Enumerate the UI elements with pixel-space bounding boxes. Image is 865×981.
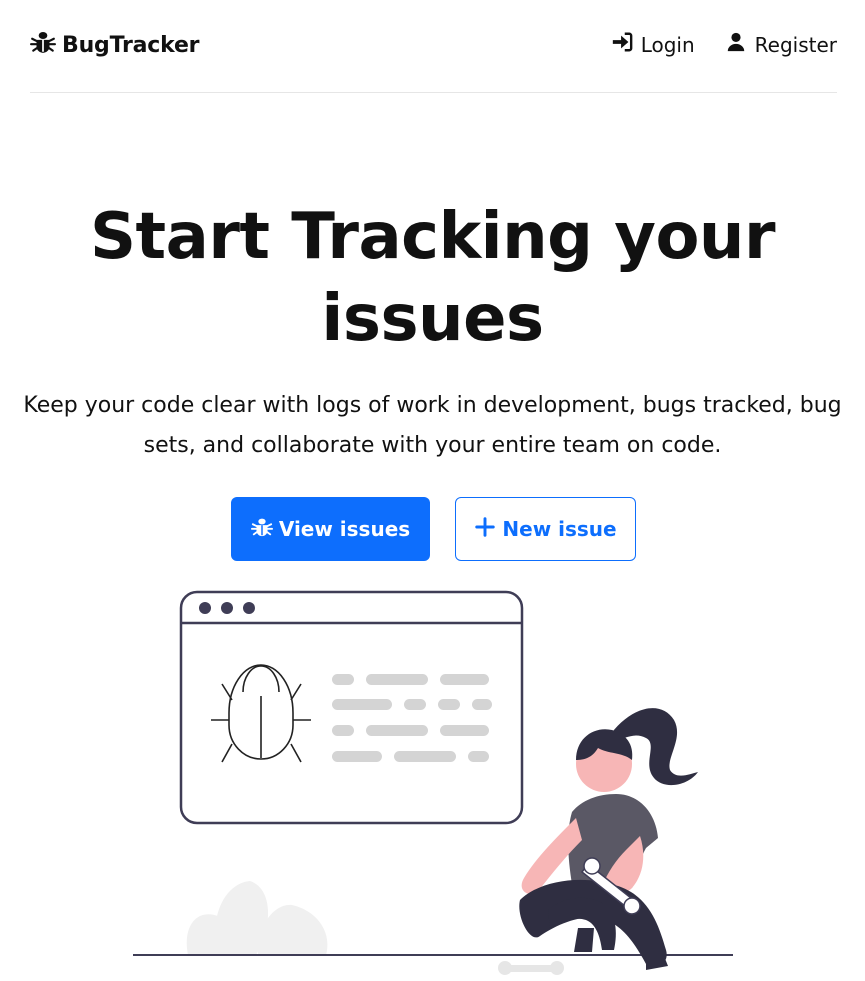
plus-icon: [474, 516, 496, 543]
bug-icon: [250, 516, 273, 543]
view-issues-button[interactable]: View issues: [231, 497, 430, 561]
wrench-on-ground: [498, 961, 564, 975]
user-icon: [725, 31, 747, 58]
plant-illustration: [186, 881, 328, 955]
new-issue-label: New issue: [502, 517, 617, 541]
register-label: Register: [754, 32, 837, 57]
brand-link[interactable]: BugTracker: [30, 29, 200, 61]
navbar: BugTracker Login Register: [30, 0, 837, 93]
woman-figure: [519, 708, 698, 970]
brand-name: BugTracker: [62, 32, 200, 58]
hero-subtitle: Keep your code clear with logs of work i…: [23, 393, 842, 458]
hero-illustration: [133, 590, 733, 975]
view-issues-label: View issues: [278, 517, 411, 541]
sign-in-icon: [611, 31, 633, 58]
login-label: Login: [640, 32, 695, 57]
nav-links: Login Register: [611, 31, 837, 58]
hero-title: Start Tracking your issues: [89, 200, 776, 356]
new-issue-button[interactable]: New issue: [455, 497, 636, 561]
register-link[interactable]: Register: [725, 31, 837, 58]
login-link[interactable]: Login: [611, 31, 695, 58]
bug-icon: [30, 29, 56, 61]
